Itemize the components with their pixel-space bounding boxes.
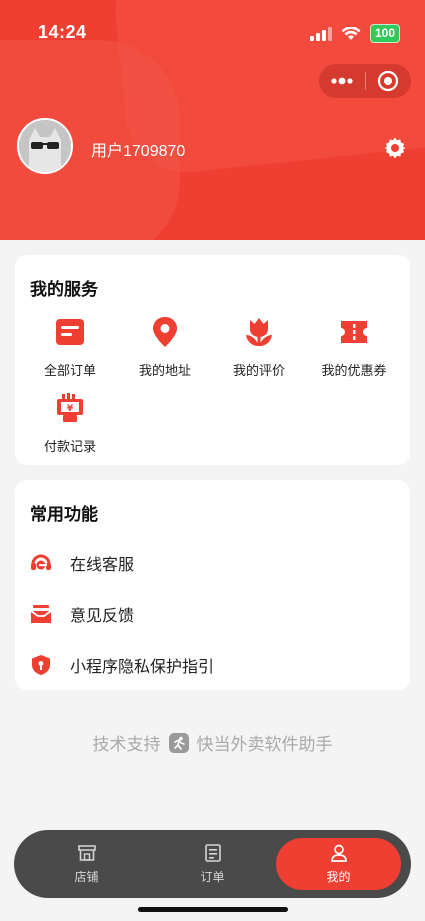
functions-title: 常用功能 (30, 505, 98, 524)
brand-logo-icon (168, 732, 189, 753)
cat-avatar-icon (19, 120, 71, 172)
signal-icon (309, 26, 332, 41)
location-pin-icon (153, 317, 177, 347)
order-icon (204, 844, 221, 862)
tab-mine[interactable]: 我的 (276, 838, 401, 890)
flower-icon (246, 318, 272, 346)
service-payment-records[interactable]: ¥ 付款记录 (22, 391, 118, 455)
service-my-coupons[interactable]: 我的优惠券 (306, 315, 402, 379)
wifi-icon (341, 26, 361, 40)
services-card: 我的服务 全部订单 我的地址 我的评价 我的优惠券 ¥ 付款记录 (15, 255, 410, 465)
service-label: 我的评价 (232, 363, 285, 378)
avatar[interactable] (17, 118, 73, 174)
headset-icon (31, 554, 51, 570)
status-icons: 100 (309, 24, 400, 43)
tab-store[interactable]: 店铺 (24, 830, 149, 898)
more-dots-icon (331, 77, 353, 85)
services-title: 我的服务 (30, 280, 98, 299)
coupon-icon (341, 321, 367, 343)
function-label: 在线客服 (70, 557, 135, 574)
support-brand: 快当外卖软件助手 (196, 735, 333, 754)
function-label: 小程序隐私保护指引 (70, 659, 215, 676)
close-miniprogram-button[interactable] (365, 64, 411, 98)
tab-orders[interactable]: 订单 (150, 830, 275, 898)
tab-bar: 店铺 订单 我的 (14, 830, 411, 898)
function-label: 意见反馈 (70, 608, 135, 625)
inbox-icon (30, 605, 52, 623)
service-my-address[interactable]: 我的地址 (117, 315, 213, 379)
svg-text:¥: ¥ (67, 404, 74, 414)
shield-icon (32, 655, 50, 675)
gear-icon (384, 137, 406, 159)
user-icon (330, 844, 347, 862)
username: 用户1709870 (91, 143, 186, 160)
payment-record-icon: ¥ (57, 393, 83, 422)
functions-card: 常用功能 在线客服 意见反馈 小程序隐私保护指引 (15, 480, 410, 690)
settings-button[interactable] (383, 136, 407, 160)
tab-label: 店铺 (74, 870, 99, 884)
target-close-icon (378, 70, 399, 92)
service-all-orders[interactable]: 全部订单 (22, 315, 118, 379)
miniprogram-capsule (319, 64, 411, 98)
order-list-icon (56, 319, 84, 345)
tab-label: 订单 (200, 870, 225, 884)
service-my-reviews[interactable]: 我的评价 (211, 315, 307, 379)
support-prefix: 技术支持 (92, 735, 161, 754)
func-privacy-guide[interactable]: 小程序隐私保护指引 (30, 650, 214, 680)
home-indicator (138, 907, 288, 912)
status-bar: 14:24 100 (0, 0, 425, 66)
service-label: 我的优惠券 (321, 363, 387, 378)
service-label: 全部订单 (43, 363, 96, 378)
store-icon (77, 845, 96, 861)
status-time: 14:24 (38, 22, 87, 42)
service-label: 付款记录 (43, 439, 96, 454)
tab-label: 我的 (326, 870, 351, 884)
tech-support: 技术支持 快当外卖软件助手 (0, 730, 425, 755)
service-label: 我的地址 (138, 363, 191, 378)
more-button[interactable] (319, 64, 365, 98)
battery-indicator: 100 (369, 24, 400, 43)
func-feedback[interactable]: 意见反馈 (30, 599, 134, 629)
func-online-service[interactable]: 在线客服 (30, 548, 134, 578)
